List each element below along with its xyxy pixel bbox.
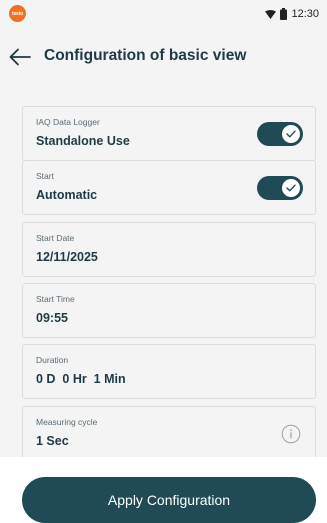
app-header: Configuration of basic view: [0, 30, 327, 84]
info-icon[interactable]: [281, 424, 301, 444]
setting-start-time[interactable]: Start Time 09:55: [22, 283, 316, 338]
status-bar: testo 12:30: [0, 0, 327, 30]
battery-icon: [280, 8, 288, 20]
setting-label: Start Date: [36, 233, 75, 243]
setting-start: Start Automatic: [22, 160, 316, 215]
setting-value: Automatic: [36, 188, 98, 202]
setting-label: Start Time: [36, 294, 75, 304]
check-icon: [282, 125, 300, 143]
automatic-start-toggle[interactable]: [257, 176, 303, 200]
settings-list[interactable]: IAQ Data Logger Standalone Use Start Aut…: [0, 84, 327, 457]
status-icons: 12:30: [265, 6, 319, 22]
setting-label: Duration: [36, 355, 69, 365]
check-icon: [282, 179, 300, 197]
wifi-icon: [265, 9, 277, 19]
setting-value: 09:55: [36, 311, 68, 325]
setting-label: Measuring cycle: [36, 417, 98, 427]
setting-value: 12/11/2025: [36, 250, 98, 264]
clock: 12:30: [291, 8, 319, 20]
setting-iaq-data-logger: IAQ Data Logger Standalone Use: [22, 106, 316, 161]
setting-value: Standalone Use: [36, 134, 130, 148]
footer: Apply Configuration: [0, 457, 327, 523]
arrow-left-icon[interactable]: [9, 48, 31, 66]
setting-label: Start: [36, 171, 54, 181]
testo-logo: testo: [9, 5, 26, 22]
setting-value: 0 D 0 Hr 1 Min: [36, 372, 126, 386]
standalone-use-toggle[interactable]: [257, 122, 303, 146]
setting-measuring-cycle[interactable]: Measuring cycle 1 Sec: [22, 406, 316, 457]
apply-configuration-button[interactable]: Apply Configuration: [22, 477, 316, 523]
setting-label: IAQ Data Logger: [36, 117, 100, 127]
setting-start-date[interactable]: Start Date 12/11/2025: [22, 222, 316, 277]
setting-value: 1 Sec: [36, 434, 69, 448]
page-title: Configuration of basic view: [44, 47, 247, 64]
setting-duration[interactable]: Duration 0 D 0 Hr 1 Min: [22, 344, 316, 399]
